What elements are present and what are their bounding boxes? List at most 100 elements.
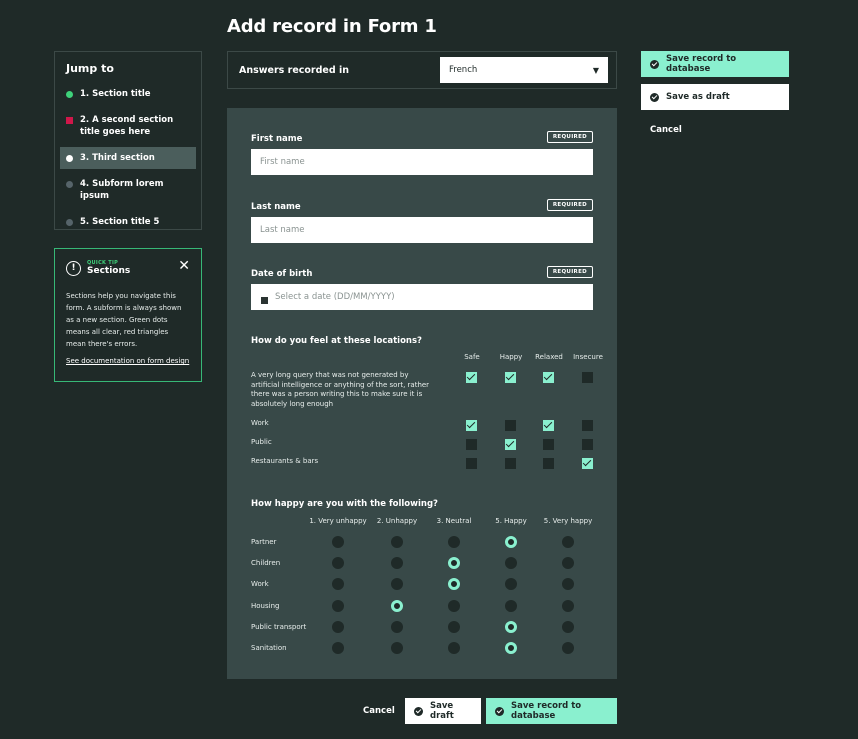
jump-item-label: 2. A second section title goes here xyxy=(80,115,174,137)
locations-row-label: Work xyxy=(251,419,269,427)
save-as-draft-top-button[interactable]: Save as draft xyxy=(641,84,789,110)
save-record-bottom-button[interactable]: Save record to database xyxy=(486,698,617,724)
happiness-radio[interactable] xyxy=(448,536,460,548)
close-icon[interactable]: ✕ xyxy=(178,259,190,273)
date-of-birth-label: Date of birth xyxy=(251,269,313,279)
location-checkbox[interactable] xyxy=(582,458,593,469)
last-name-field: Last name REQUIRED xyxy=(251,199,593,243)
check-circle-icon xyxy=(414,706,423,716)
happiness-radio[interactable] xyxy=(562,600,574,612)
locations-row-label: A very long query that was not generated… xyxy=(251,371,430,408)
happiness-radio[interactable] xyxy=(562,536,574,548)
location-checkbox[interactable] xyxy=(505,420,516,431)
happiness-radio[interactable] xyxy=(505,557,517,569)
happiness-radio[interactable] xyxy=(391,557,403,569)
location-checkbox[interactable] xyxy=(505,372,516,383)
check-circle-icon xyxy=(650,59,659,69)
happiness-radio[interactable] xyxy=(448,578,460,590)
happiness-column-header: 1. Very unhappy xyxy=(309,517,367,525)
jump-to-panel: Jump to 1. Section title 2. A second sec… xyxy=(54,51,202,230)
happiness-radio[interactable] xyxy=(505,600,517,612)
save-draft-bottom-button[interactable]: Save draft xyxy=(405,698,481,724)
required-badge: REQUIRED xyxy=(546,199,593,211)
last-name-input[interactable] xyxy=(251,217,593,243)
page-title: Add record in Form 1 xyxy=(227,16,437,37)
happiness-column-header: 5. Very happy xyxy=(543,517,593,525)
jump-to-title: Jump to xyxy=(66,62,114,75)
location-checkbox[interactable] xyxy=(543,458,554,469)
jump-item-label: 5. Section title 5 xyxy=(80,217,160,227)
happiness-radio[interactable] xyxy=(391,642,403,654)
cancel-bottom-button[interactable]: Cancel xyxy=(363,706,395,716)
jump-item-section-2[interactable]: 2. A second section title goes here xyxy=(60,109,196,143)
locations-column-header: Insecure xyxy=(573,353,603,361)
save-record-top-button[interactable]: Save record to database xyxy=(641,51,789,77)
save-draft-bottom-label: Save draft xyxy=(430,701,454,721)
happiness-radio[interactable] xyxy=(332,536,344,548)
locations-question: How do you feel at these locations? xyxy=(251,336,422,346)
location-checkbox[interactable] xyxy=(466,439,477,450)
happiness-radio[interactable] xyxy=(505,578,517,590)
exclamation-icon: ! xyxy=(66,260,81,276)
happiness-radio[interactable] xyxy=(391,536,403,548)
location-checkbox[interactable] xyxy=(543,439,554,450)
happiness-radio[interactable] xyxy=(332,578,344,590)
locations-column-header: Happy xyxy=(499,353,523,361)
answers-label: Answers recorded in xyxy=(239,64,349,76)
location-checkbox[interactable] xyxy=(466,420,477,431)
happiness-radio[interactable] xyxy=(562,642,574,654)
happiness-radio[interactable] xyxy=(448,642,460,654)
happiness-radio[interactable] xyxy=(448,621,460,633)
happiness-radio[interactable] xyxy=(448,600,460,612)
quick-tip-panel: ! QUICK TIP Sections ✕ Sections help you… xyxy=(54,248,202,382)
first-name-input[interactable] xyxy=(251,149,593,175)
check-circle-icon xyxy=(495,706,504,716)
jump-item-section-1[interactable]: 1. Section title xyxy=(60,83,196,105)
happiness-radio[interactable] xyxy=(562,578,574,590)
jump-item-section-4[interactable]: 4. Subform lorem ipsum xyxy=(60,173,196,207)
location-checkbox[interactable] xyxy=(505,439,516,450)
location-checkbox[interactable] xyxy=(466,458,477,469)
happiness-column-header: 5. Happy xyxy=(495,517,527,525)
happiness-radio[interactable] xyxy=(562,557,574,569)
location-checkbox[interactable] xyxy=(505,458,516,469)
happiness-radio[interactable] xyxy=(332,621,344,633)
happiness-radio[interactable] xyxy=(391,578,403,590)
jump-item-section-5[interactable]: 5. Section title 5 xyxy=(60,211,196,233)
location-checkbox[interactable] xyxy=(466,372,477,383)
happiness-radio[interactable] xyxy=(448,557,460,569)
error-marker-icon xyxy=(66,117,73,124)
happiness-radio[interactable] xyxy=(332,557,344,569)
location-checkbox[interactable] xyxy=(582,420,593,431)
jump-item-section-3[interactable]: 3. Third section xyxy=(60,147,196,169)
location-checkbox[interactable] xyxy=(543,372,554,383)
date-of-birth-input[interactable] xyxy=(251,284,593,310)
happiness-radio[interactable] xyxy=(505,621,517,633)
save-record-top-label: Save record to database xyxy=(666,54,737,74)
happiness-radio[interactable] xyxy=(505,536,517,548)
location-checkbox[interactable] xyxy=(543,420,554,431)
happiness-column-header: 3. Neutral xyxy=(436,517,472,525)
happiness-radio[interactable] xyxy=(391,621,403,633)
tip-body: Sections help you navigate this form. A … xyxy=(66,292,182,348)
cancel-top-button[interactable]: Cancel xyxy=(650,125,682,135)
location-checkbox[interactable] xyxy=(582,372,593,383)
documentation-link[interactable]: See documentation on form design xyxy=(66,357,190,365)
happiness-radio[interactable] xyxy=(391,600,403,612)
last-name-label: Last name xyxy=(251,202,301,212)
happiness-radio[interactable] xyxy=(562,621,574,633)
location-checkbox[interactable] xyxy=(582,439,593,450)
form-card: First name REQUIRED Last name REQUIRED D… xyxy=(227,108,617,679)
save-record-bottom-label: Save record to database xyxy=(511,701,582,721)
happiness-radio[interactable] xyxy=(332,642,344,654)
locations-column-header: Anx xyxy=(606,353,617,361)
language-select[interactable]: French ▼ xyxy=(440,57,608,83)
happiness-radio[interactable] xyxy=(332,600,344,612)
happiness-radio[interactable] xyxy=(505,642,517,654)
pending-dot-icon xyxy=(66,219,73,226)
first-name-field: First name REQUIRED xyxy=(251,131,593,175)
save-as-draft-top-label: Save as draft xyxy=(666,92,730,102)
calendar-icon xyxy=(261,297,268,304)
locations-row-label: Public xyxy=(251,438,272,446)
answers-language-bar: Answers recorded in French ▼ xyxy=(227,51,617,89)
